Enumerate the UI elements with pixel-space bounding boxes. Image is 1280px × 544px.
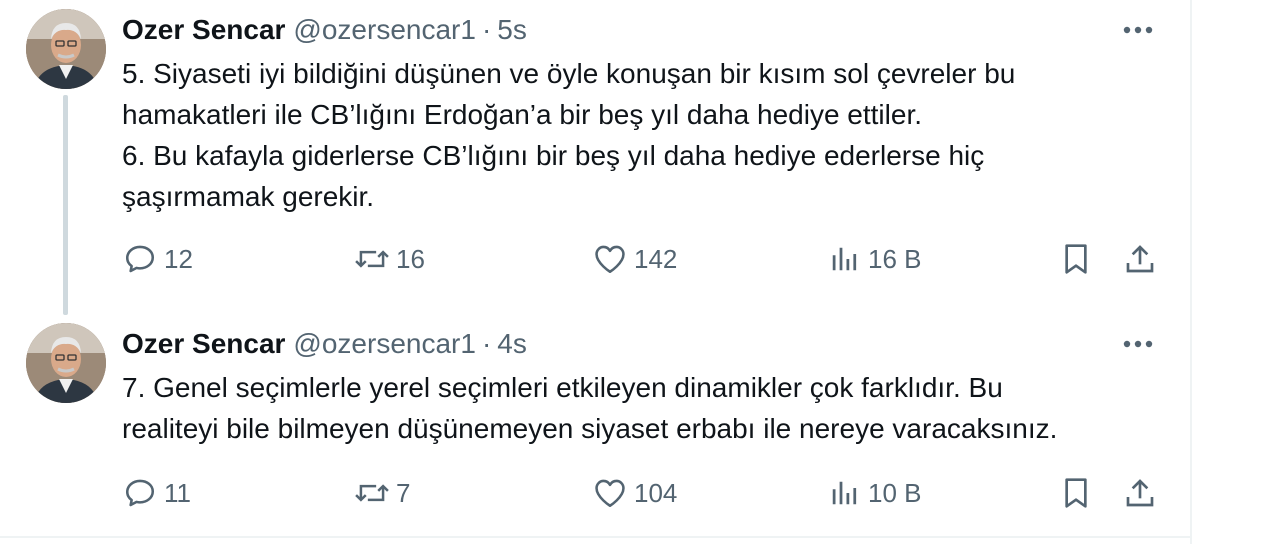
author-name[interactable]: Ozer Sencar: [122, 328, 285, 360]
reply-count: 11: [164, 477, 191, 508]
tweet-text-line: 7. Genel seçimlerle yerel seçimleri etki…: [122, 372, 1003, 403]
more-dots-icon: [1123, 26, 1153, 34]
author-handle[interactable]: @ozersencar1: [293, 14, 476, 46]
views-button[interactable]: 16 B: [826, 239, 922, 279]
repost-button[interactable]: 7: [354, 473, 410, 513]
like-button[interactable]: 104: [592, 473, 677, 513]
reply-button[interactable]: 12: [122, 239, 193, 279]
tweet-text-line: hamakatleri ile CB’lığını Erdoğan’a bir …: [122, 99, 922, 130]
like-count: 104: [634, 477, 678, 508]
tweet-text-line: realiteyi bile bilmeyen düşünemeyen siya…: [122, 413, 1058, 444]
tweet-header: Ozer Sencar @ozersencar1 · 4s: [122, 324, 527, 364]
avatar[interactable]: [26, 9, 106, 89]
bookmark-button[interactable]: [1058, 239, 1094, 279]
right-gutter: [1192, 0, 1280, 544]
heart-icon: [592, 475, 628, 511]
share-button[interactable]: [1122, 473, 1158, 513]
tweet-2[interactable]: Ozer Sencar @ozersencar1 · 4s 7. Genel s…: [0, 314, 1190, 536]
tweet-text-line: 6. Bu kafayla giderlerse CB’lığını bir b…: [122, 140, 985, 171]
repost-arrows-icon: [354, 241, 390, 277]
tweet-header: Ozer Sencar @ozersencar1 · 5s: [122, 10, 527, 50]
tweet-actions: 12 16 142 16 B: [122, 239, 1162, 279]
views-bars-icon: [826, 475, 862, 511]
reply-bubble-icon: [122, 241, 158, 277]
timestamp[interactable]: 5s: [497, 14, 527, 46]
author-name[interactable]: Ozer Sencar: [122, 14, 285, 46]
repost-button[interactable]: 16: [354, 239, 425, 279]
share-button[interactable]: [1122, 239, 1158, 279]
bookmark-button[interactable]: [1058, 473, 1094, 513]
repost-arrows-icon: [354, 475, 390, 511]
views-count: 10 B: [868, 477, 922, 508]
like-count: 142: [634, 243, 678, 274]
tweet-1[interactable]: Ozer Sencar @ozersencar1 · 5s 5. Siyaset…: [0, 0, 1190, 310]
more-options-button[interactable]: [1120, 12, 1156, 48]
tweet-divider: [0, 536, 1190, 538]
reply-count: 12: [164, 243, 193, 274]
author-handle[interactable]: @ozersencar1: [293, 328, 476, 360]
tweet-text: 7. Genel seçimlerle yerel seçimleri etki…: [122, 367, 1162, 449]
views-button[interactable]: 10 B: [826, 473, 922, 513]
more-dots-icon: [1123, 340, 1153, 348]
views-bars-icon: [826, 241, 862, 277]
more-options-button[interactable]: [1120, 326, 1156, 362]
share-upload-icon: [1122, 475, 1158, 511]
timestamp[interactable]: 4s: [497, 328, 527, 360]
tweet-text-line: 5. Siyaseti iyi bildiğini düşünen ve öyl…: [122, 58, 1016, 89]
reply-bubble-icon: [122, 475, 158, 511]
tweet-actions: 11 7 104 10 B: [122, 473, 1162, 513]
tweet-text-line: şaşırmamak gerekir.: [122, 181, 375, 212]
reply-button[interactable]: 11: [122, 473, 191, 513]
bookmark-icon: [1058, 241, 1094, 277]
separator-dot: ·: [481, 14, 492, 45]
bookmark-icon: [1058, 475, 1094, 511]
repost-count: 7: [396, 477, 411, 508]
like-button[interactable]: 142: [592, 239, 677, 279]
avatar[interactable]: [26, 323, 106, 403]
heart-icon: [592, 241, 628, 277]
tweet-text: 5. Siyaseti iyi bildiğini düşünen ve öyl…: [122, 53, 1162, 217]
timeline: Ozer Sencar @ozersencar1 · 5s 5. Siyaset…: [0, 0, 1192, 544]
repost-count: 16: [396, 243, 425, 274]
views-count: 16 B: [868, 243, 922, 274]
share-upload-icon: [1122, 241, 1158, 277]
separator-dot: ·: [481, 328, 492, 359]
